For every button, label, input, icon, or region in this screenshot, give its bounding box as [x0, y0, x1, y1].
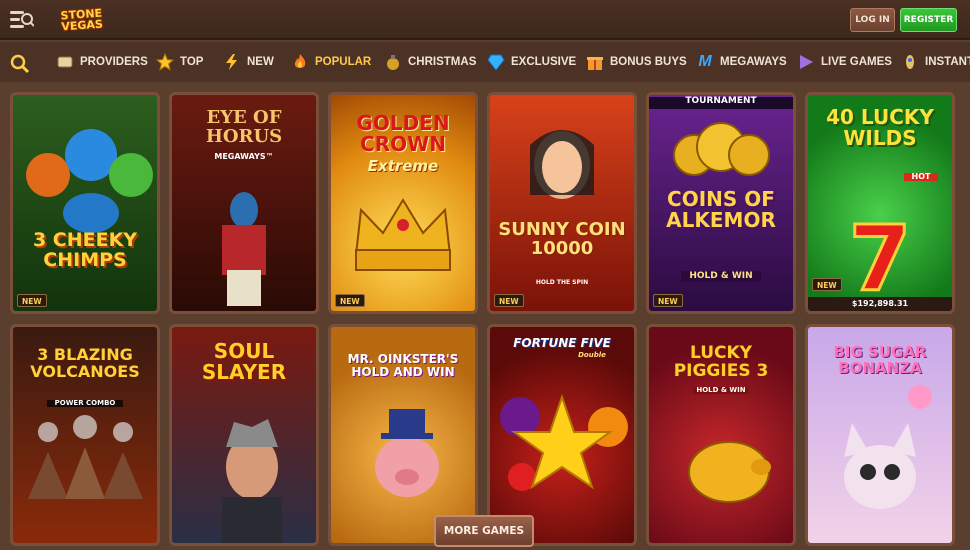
tab-live-games[interactable]: LIVE GAMES [796, 42, 892, 82]
tab-christmas[interactable]: CHRISTMAS [383, 42, 476, 82]
register-button[interactable]: REGISTER [900, 8, 957, 32]
diamond-icon [486, 52, 506, 72]
more-games-button[interactable]: MORE GAMES [434, 515, 534, 547]
new-badge: NEW [494, 294, 524, 307]
lightning-icon [222, 52, 242, 72]
tab-megaways[interactable]: M MEGAWAYS [695, 42, 787, 82]
search-icon[interactable] [10, 54, 30, 74]
tab-label: MEGAWAYS [720, 56, 787, 68]
game-tile[interactable]: SUNNY COIN 10000 HOLD THE SPIN NEW [487, 92, 637, 314]
game-tile[interactable]: FORTUNE FIVE Double [487, 324, 637, 546]
tab-label: NEW [247, 56, 274, 68]
play-icon [796, 52, 816, 72]
rocket-icon [900, 52, 920, 72]
tab-label: CHRISTMAS [408, 56, 477, 68]
svg-text:7: 7 [849, 207, 912, 311]
game-tile[interactable]: TOURNAMENT COINS OF ALKEMOR HOLD & WIN N… [646, 92, 796, 314]
ornament-icon [383, 52, 403, 72]
game-tile[interactable]: SOUL SLAYER [169, 324, 319, 546]
tab-new[interactable]: NEW [222, 42, 274, 82]
menu-search-icon[interactable] [8, 8, 34, 32]
piggy-bank-art [688, 441, 771, 503]
game-tile[interactable]: GOLDEN CROWN Extreme NEW [328, 92, 478, 314]
top-header: STONE VEGAS LOG IN REGISTER [0, 0, 970, 40]
new-badge: NEW [653, 294, 683, 307]
game-tile[interactable]: BIG SUGAR BONANZA [805, 324, 955, 546]
game-title: SUNNY COIN 10000 [498, 219, 626, 259]
tab-label: LIVE GAMES [821, 56, 892, 68]
logo[interactable]: STONE VEGAS [40, 0, 124, 40]
new-badge: NEW [17, 294, 47, 307]
login-button[interactable]: LOG IN [850, 8, 895, 32]
gift-icon [585, 52, 605, 72]
tab-label: BONUS BUYS [610, 56, 687, 68]
tab-instant-games[interactable]: INSTANT G [900, 42, 970, 82]
tab-exclusive[interactable]: EXCLUSIVE [486, 42, 576, 82]
category-bar: PROVIDERS TOP NEW POPULAR CHRISTMAS EXCL… [0, 42, 970, 82]
new-badge: NEW [812, 278, 842, 291]
scroll-icon [55, 52, 75, 72]
cat-candy-art [844, 385, 932, 509]
game-tile[interactable]: 40 LUCKY WILDS HOT 7 NEW $192,898.31 [805, 92, 955, 314]
horus-art [222, 192, 266, 306]
new-badge: NEW [335, 294, 365, 307]
jackpot-amount: $192,898.31 [808, 297, 952, 311]
game-subtitle: HOLD THE SPIN [535, 279, 589, 286]
tab-bonus-buys[interactable]: BONUS BUYS [585, 42, 687, 82]
tab-label: POPULAR [315, 56, 372, 68]
tab-popular[interactable]: POPULAR [290, 42, 371, 82]
fire-icon [290, 52, 310, 72]
tab-top[interactable]: TOP [155, 42, 203, 82]
game-title: 3 CHEEKY CHIMPS [32, 229, 138, 271]
game-tile[interactable]: 3 CHEEKY CHIMPS NEW [10, 92, 160, 314]
megaways-icon: M [698, 53, 712, 70]
tab-label: TOP [180, 56, 204, 68]
game-tile[interactable]: LUCKY PIGGIES 3 HOLD & WIN [646, 324, 796, 546]
game-tile[interactable]: 3 BLAZING VOLCANOES POWER COMBO [10, 324, 160, 546]
volcano-art [28, 415, 143, 499]
pig-art [375, 409, 439, 497]
tab-providers[interactable]: PROVIDERS [55, 42, 148, 82]
tab-label: INSTANT G [925, 56, 970, 68]
fruit-star-art [500, 393, 628, 491]
tab-label: PROVIDERS [80, 56, 148, 68]
star-icon [155, 52, 175, 72]
game-title: COINS OF ALKEMOR [666, 187, 776, 232]
game-tile[interactable]: EYE OF HORUS MEGAWAYS™ [169, 92, 319, 314]
logo-line2: VEGAS [61, 17, 104, 34]
game-tile[interactable]: MR. OINKSTER'S HOLD AND WIN [328, 324, 478, 546]
slayer-art [222, 419, 282, 543]
tab-label: EXCLUSIVE [511, 56, 577, 68]
crown-art [354, 198, 452, 271]
game-subtitle: HOLD & WIN [681, 271, 761, 283]
monkey-art [26, 129, 153, 233]
